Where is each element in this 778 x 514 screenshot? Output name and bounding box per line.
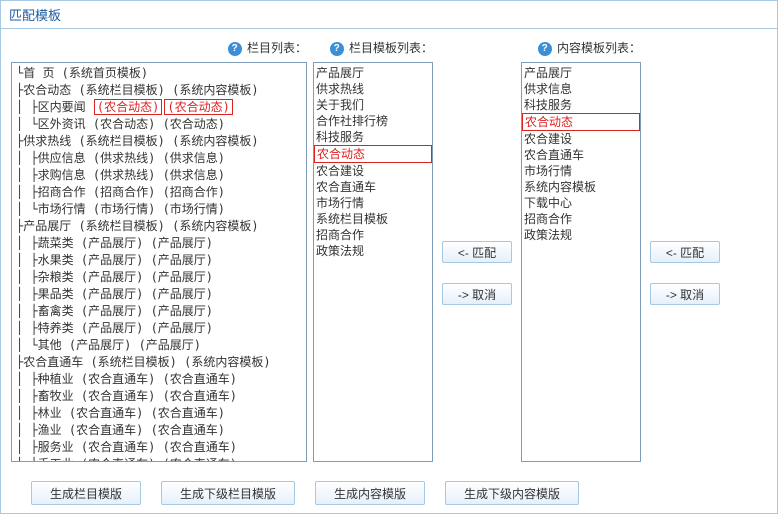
list-item[interactable]: 科技服务	[314, 129, 432, 145]
tree-row[interactable]: │ ├畜禽类 (产品展厅) (产品展厅)	[12, 303, 306, 320]
list-item[interactable]: 产品展厅	[522, 65, 640, 81]
list-item[interactable]: 下载中心	[522, 195, 640, 211]
tree-row[interactable]: │ ├水果类 (产品展厅) (产品展厅)	[12, 252, 306, 269]
tree-row[interactable]: │ └市场行情 (市场行情) (市场行情)	[12, 201, 306, 218]
tree-row[interactable]: │ └其他 (产品展厅) (产品展厅)	[12, 337, 306, 354]
tree-row[interactable]: │ ├种植业 (农合直通车) (农合直通车)	[12, 371, 306, 388]
tree-row[interactable]: │ ├招商合作 (招商合作) (招商合作)	[12, 184, 306, 201]
cancel-button-1[interactable]: -> 取消	[442, 283, 512, 305]
list-item[interactable]: 农合动态	[314, 145, 432, 163]
mid-header-label: 栏目模板列表：	[349, 41, 433, 55]
list-item[interactable]: 系统内容模板	[522, 179, 640, 195]
list-item[interactable]: 农合直通车	[522, 147, 640, 163]
tree-row[interactable]: │ ├手工业 (农合直通车) (农合直通车)	[12, 456, 306, 462]
list-item[interactable]: 政策法规	[522, 227, 640, 243]
cancel-button-2[interactable]: -> 取消	[650, 283, 720, 305]
list-item[interactable]: 供求热线	[314, 81, 432, 97]
list-item[interactable]: 农合建设	[314, 163, 432, 179]
list-item[interactable]: 市场行情	[314, 195, 432, 211]
column-tree-listbox[interactable]: └首 页 (系统首页模板) ├农合动态 (系统栏目模板) (系统内容模板) │ …	[11, 62, 307, 462]
tree-row[interactable]: │ ├供应信息 (供求热线) (供求信息)	[12, 150, 306, 167]
gen-sub-column-template-button[interactable]: 生成下级栏目模版	[161, 481, 295, 505]
tree-row[interactable]: │ ├求购信息 (供求热线) (供求信息)	[12, 167, 306, 184]
list-item[interactable]: 合作社排行榜	[314, 113, 432, 129]
panel-title: 匹配模板	[1, 1, 777, 28]
help-icon[interactable]: ?	[330, 42, 344, 56]
gen-sub-content-template-button[interactable]: 生成下级内容模版	[445, 481, 579, 505]
list-item[interactable]: 招商合作	[314, 227, 432, 243]
tree-row[interactable]: │ ├杂粮类 (产品展厅) (产品展厅)	[12, 269, 306, 286]
tree-row[interactable]: │ ├区内要闻 (农合动态)(农合动态)	[12, 99, 306, 116]
list-item[interactable]: 科技服务	[522, 97, 640, 113]
content-template-listbox[interactable]: 产品展厅供求信息科技服务农合动态农合建设农合直通车市场行情系统内容模板下载中心招…	[521, 62, 641, 462]
left-header-label: 栏目列表：	[247, 41, 307, 55]
gen-column-template-button[interactable]: 生成栏目模版	[31, 481, 141, 505]
tree-row[interactable]: │ ├蔬菜类 (产品展厅) (产品展厅)	[12, 235, 306, 252]
left-header: ? 栏目列表：	[11, 35, 307, 62]
list-item[interactable]: 供求信息	[522, 81, 640, 97]
match-button-1[interactable]: <- 匹配	[442, 241, 512, 263]
column-template-listbox[interactable]: 产品展厅供求热线关于我们合作社排行榜科技服务农合动态农合建设农合直通车市场行情系…	[313, 62, 433, 462]
right-header-label: 内容模板列表：	[557, 41, 641, 55]
help-icon[interactable]: ?	[228, 42, 242, 56]
list-item[interactable]: 政策法规	[314, 243, 432, 259]
gen-content-template-button[interactable]: 生成内容模版	[315, 481, 425, 505]
tree-row[interactable]: │ └区外资讯 (农合动态) (农合动态)	[12, 116, 306, 133]
help-icon[interactable]: ?	[538, 42, 552, 56]
tree-row[interactable]: ├产品展厅 (系统栏目模板) (系统内容模板)	[12, 218, 306, 235]
tree-row[interactable]: │ ├特养类 (产品展厅) (产品展厅)	[12, 320, 306, 337]
tree-row[interactable]: │ ├林业 (农合直通车) (农合直通车)	[12, 405, 306, 422]
list-item[interactable]: 农合直通车	[314, 179, 432, 195]
tree-row[interactable]: └首 页 (系统首页模板)	[12, 65, 306, 82]
list-item[interactable]: 招商合作	[522, 211, 640, 227]
right-header: ? 内容模板列表：	[521, 35, 641, 62]
mid-header: ? 栏目模板列表：	[313, 35, 433, 62]
list-item[interactable]: 农合动态	[522, 113, 640, 131]
match-button-2[interactable]: <- 匹配	[650, 241, 720, 263]
list-item[interactable]: 产品展厅	[314, 65, 432, 81]
tree-row[interactable]: ├农合直通车 (系统栏目模板) (系统内容模板)	[12, 354, 306, 371]
tree-row[interactable]: ├农合动态 (系统栏目模板) (系统内容模板)	[12, 82, 306, 99]
tree-row[interactable]: │ ├畜牧业 (农合直通车) (农合直通车)	[12, 388, 306, 405]
list-item[interactable]: 农合建设	[522, 131, 640, 147]
match-template-panel: 匹配模板 ? 栏目列表： └首 页 (系统首页模板) ├农合动态 (系统栏目模板…	[0, 0, 778, 514]
tree-row[interactable]: │ ├服务业 (农合直通车) (农合直通车)	[12, 439, 306, 456]
list-item[interactable]: 市场行情	[522, 163, 640, 179]
list-item[interactable]: 系统栏目模板	[314, 211, 432, 227]
tree-row[interactable]: │ ├渔业 (农合直通车) (农合直通车)	[12, 422, 306, 439]
tree-row[interactable]: ├供求热线 (系统栏目模板) (系统内容模板)	[12, 133, 306, 150]
list-item[interactable]: 关于我们	[314, 97, 432, 113]
tree-row[interactable]: │ ├果品类 (产品展厅) (产品展厅)	[12, 286, 306, 303]
